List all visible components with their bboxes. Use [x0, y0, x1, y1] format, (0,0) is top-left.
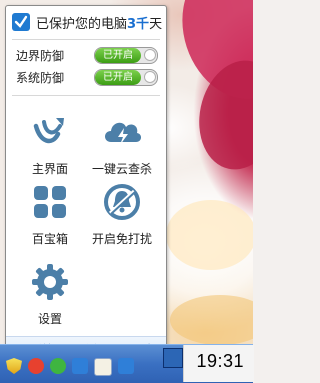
border-defense-label: 边界防御	[16, 48, 65, 63]
protection-status-text: 已保护您的电脑3千天	[36, 13, 162, 32]
shield-tray-icon[interactable]	[6, 358, 22, 374]
main-interface-icon	[28, 110, 72, 154]
divider	[12, 39, 160, 40]
toggle-knob	[144, 48, 156, 61]
flower-petal	[166, 200, 253, 270]
flag-tray-icon[interactable]	[94, 358, 112, 376]
clock-time: 19:31	[196, 351, 244, 371]
toggle-row-system-defense: 系统防御 已开启	[16, 68, 158, 86]
system-tray-icons	[6, 358, 134, 378]
border-defense-state: 已开启	[95, 47, 141, 63]
flower-petal	[170, 295, 253, 345]
do-not-disturb-label: 开启免打扰	[91, 232, 152, 246]
divider	[12, 95, 160, 96]
toggle-row-border-defense: 边界防御 已开启	[16, 46, 158, 64]
antivirus-tray-icon[interactable]	[28, 358, 44, 374]
clock-area[interactable]: 19:31	[183, 345, 254, 382]
network-tray-icon[interactable]	[50, 358, 66, 374]
system-defense-state: 已开启	[95, 69, 141, 85]
cloud-scan-button[interactable]: 一键云查杀	[82, 110, 162, 177]
settings-button[interactable]: 设置	[10, 260, 90, 327]
cloud-scan-label: 一键云查杀	[91, 162, 152, 176]
security-tray-icon[interactable]	[72, 358, 88, 374]
border-defense-toggle[interactable]: 已开启	[94, 46, 158, 64]
cloud-scan-icon	[100, 110, 144, 154]
gear-icon	[28, 260, 72, 304]
toolbox-button[interactable]: 百宝箱	[10, 180, 90, 247]
protection-days-count: 3千	[127, 16, 150, 32]
protection-title-prefix: 已保护您的电脑	[36, 16, 128, 32]
toolbox-icon	[28, 180, 72, 224]
system-defense-toggle[interactable]: 已开启	[94, 68, 158, 86]
main-interface-label: 主界面	[31, 162, 68, 176]
settings-label: 设置	[37, 312, 62, 326]
toggle-knob	[144, 70, 156, 83]
security-popup-panel: 已保护您的电脑3千天 边界防御 已开启 系统防御 已开启 主界面 一键云查杀 百…	[5, 5, 167, 362]
security-logo-icon	[12, 13, 30, 31]
protection-days-suffix: 天	[149, 16, 163, 32]
popup-header: 已保护您的电脑3千天	[6, 6, 166, 38]
app-tray-icon[interactable]	[163, 348, 183, 368]
do-not-disturb-button[interactable]: 开启免打扰	[82, 180, 162, 247]
speaker-tray-icon[interactable]	[118, 358, 134, 374]
toolbox-label: 百宝箱	[31, 232, 68, 246]
do-not-disturb-icon	[100, 180, 144, 224]
system-defense-label: 系统防御	[16, 70, 65, 85]
main-interface-button[interactable]: 主界面	[10, 110, 90, 177]
